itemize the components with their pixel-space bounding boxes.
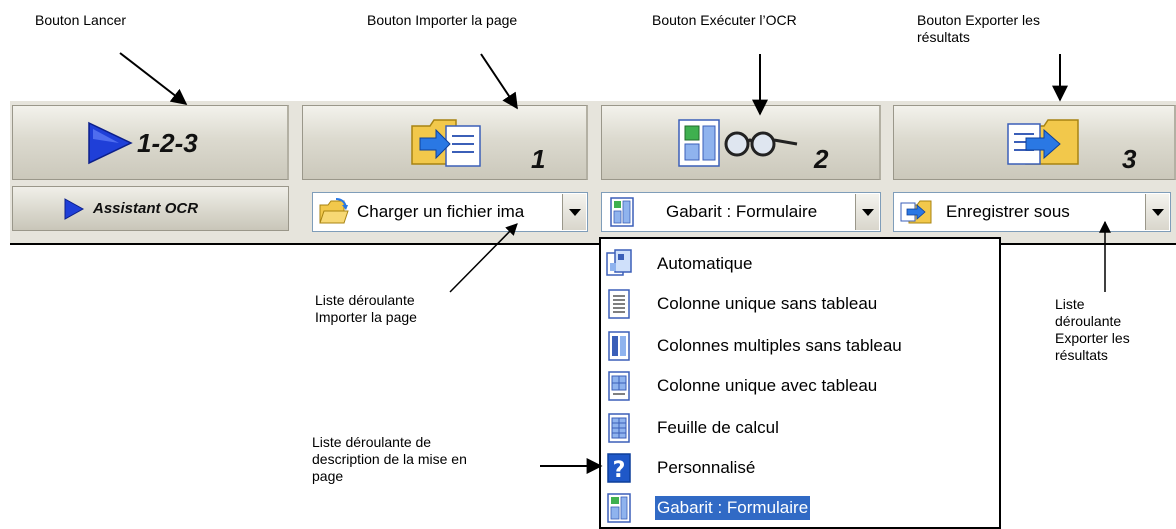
play-icon: [88, 121, 133, 165]
import-step-number: 1: [531, 144, 546, 174]
callout-launch-button: Bouton Lancer: [35, 12, 127, 28]
run-ocr-button[interactable]: 2: [601, 105, 881, 180]
ocr-step-number: 2: [814, 144, 829, 174]
callout-import-button: Bouton Importer la page: [367, 12, 518, 28]
open-folder-icon: [319, 198, 349, 224]
callout-export-list-line2: déroulante: [1055, 313, 1122, 329]
callout-ocr-button: Bouton Exécuter l’OCR: [652, 12, 797, 28]
single-column-icon: [608, 289, 630, 319]
layout-option-label: Gabarit : Formulaire: [655, 496, 811, 520]
export-step-number: 3: [1122, 144, 1137, 174]
ocr-glasses-icon: [678, 119, 798, 167]
import-dropdown-arrow[interactable]: [562, 194, 586, 230]
export-results-dropdown-value: Enregistrer sous: [946, 202, 1070, 221]
chevron-down-icon: [1151, 208, 1164, 216]
multi-column-icon: [608, 331, 630, 361]
callout-import-list-line2: Importer la page: [315, 309, 417, 325]
layout-description-dropdown[interactable]: Gabarit : Formulaire: [601, 192, 881, 232]
layout-option-label: Colonnes multiples sans tableau: [657, 336, 902, 355]
assistant-ocr-label: Assistant OCR: [93, 200, 199, 217]
save-folder-icon: [900, 200, 932, 224]
callout-import-list-line1: Liste déroulante: [315, 292, 415, 308]
launch-button[interactable]: 1-2-3: [12, 105, 289, 180]
form-template-icon: [610, 197, 634, 227]
svg-text:?: ?: [613, 458, 626, 483]
layout-option-label: Feuille de calcul: [657, 418, 779, 437]
callout-layout-list-line2: description de la mise en: [312, 451, 467, 467]
layout-option-label: Automatique: [657, 254, 753, 273]
callout-export-button: Bouton Exporter les résultats: [917, 12, 1040, 46]
layout-option-label: Colonne unique sans tableau: [657, 294, 878, 313]
layout-dropdown-arrow[interactable]: [855, 194, 879, 230]
export-results-dropdown[interactable]: Enregistrer sous: [893, 192, 1171, 232]
layout-description-dropdown-value: Gabarit : Formulaire: [666, 202, 818, 221]
callout-export-list-line4: résultats: [1055, 347, 1108, 363]
import-page-dropdown[interactable]: Charger un fichier ima: [312, 192, 588, 232]
assistant-ocr-button[interactable]: Assistant OCR: [12, 186, 289, 231]
layout-option-label: Colonne unique avec tableau: [657, 376, 878, 395]
arrow-import: [480, 53, 518, 110]
import-page-button[interactable]: 1: [302, 105, 588, 180]
callout-layout-list: Liste déroulante de description de la mi…: [312, 434, 467, 485]
callout-export-list: Liste déroulante Exporter les résultats: [1055, 296, 1130, 364]
layout-options-list[interactable]: Automatique Colonne unique sans tableau …: [599, 237, 1001, 529]
import-folder-icon: [411, 119, 481, 167]
callout-export-line1: Bouton Exporter les: [917, 12, 1040, 28]
callout-import-list: Liste déroulante Importer la page: [315, 292, 417, 326]
callout-layout-list-line1: Liste déroulante de: [312, 434, 432, 450]
callout-layout-list-line3: page: [312, 468, 344, 484]
export-dropdown-arrow[interactable]: [1145, 194, 1169, 230]
chevron-down-icon: [861, 208, 874, 216]
question-mark-icon: ?: [607, 453, 631, 483]
layout-option-label: Personnalisé: [657, 458, 756, 477]
arrow-launch: [119, 52, 188, 105]
export-results-button[interactable]: 3: [893, 105, 1176, 180]
form-template-icon: [607, 493, 631, 523]
import-page-dropdown-value: Charger un fichier ima: [357, 202, 525, 221]
column-table-icon: [608, 371, 630, 401]
callout-export-list-line3: Exporter les: [1055, 330, 1130, 346]
callout-export-line2: résultats: [917, 29, 970, 45]
auto-layout-icon: [606, 249, 632, 276]
play-icon-small: [64, 198, 85, 220]
launch-button-label: 1-2-3: [137, 128, 198, 158]
chevron-down-icon: [568, 208, 581, 216]
export-folder-icon: [1007, 119, 1079, 165]
callout-export-list-line1: Liste: [1055, 296, 1085, 312]
spreadsheet-icon: [608, 413, 630, 443]
